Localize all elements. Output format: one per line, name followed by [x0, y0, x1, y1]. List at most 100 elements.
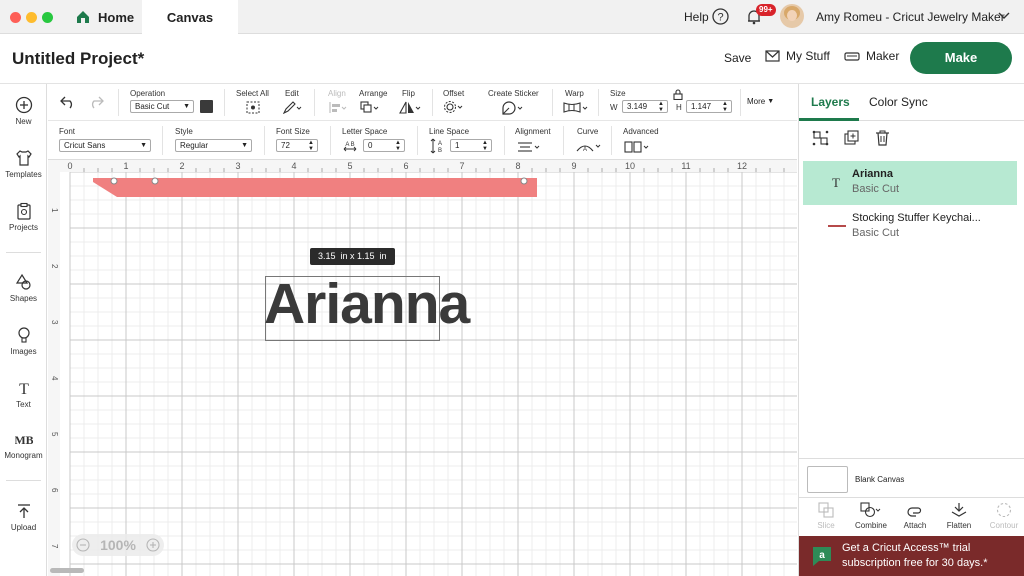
height-input[interactable]: 1.147 ▲ ▼ — [686, 100, 732, 113]
flip-icon[interactable] — [399, 101, 421, 114]
avatar[interactable] — [780, 4, 804, 28]
trash-icon[interactable] — [875, 130, 890, 146]
project-title[interactable]: Untitled Project* — [12, 49, 144, 69]
toolbar-divider — [314, 89, 315, 116]
paperclip-icon — [907, 507, 922, 517]
lock-icon[interactable] — [673, 89, 683, 100]
toolbar-divider — [118, 89, 119, 116]
promo-line-2: subscription free for 30 days.* — [842, 557, 988, 569]
ruler-x-label: 5 — [347, 161, 352, 171]
tab-home[interactable]: Home — [76, 0, 134, 34]
horizontal-scrollbar[interactable] — [50, 568, 84, 573]
curve-text-icon[interactable]: A — [576, 140, 602, 154]
sidebar-item-templates[interactable]: Templates — [0, 149, 47, 179]
access-promo-banner[interactable]: a Get a Cricut Access™ trial subscriptio… — [799, 536, 1024, 576]
sticker-icon[interactable] — [501, 100, 525, 115]
layer-item-keychain[interactable]: Stocking Stuffer Keychai... Basic Cut — [803, 205, 1017, 249]
tab-color-sync[interactable]: Color Sync — [869, 95, 928, 109]
sidebar-item-new[interactable]: New — [0, 96, 47, 126]
create-sticker-label: Create Sticker — [488, 89, 539, 98]
toolbar-divider — [563, 126, 564, 155]
svg-text:T: T — [19, 381, 29, 397]
color-swatch[interactable] — [200, 100, 213, 113]
ruler-vertical — [48, 160, 60, 576]
attach-button[interactable]: Attach — [895, 502, 935, 530]
save-button[interactable]: Save — [724, 51, 751, 65]
monogram-icon: MB — [15, 433, 33, 447]
ruler-x-label: 12 — [737, 161, 747, 171]
font-label: Font — [59, 127, 76, 136]
undo-icon[interactable] — [60, 95, 76, 109]
plus-circle-icon — [15, 96, 32, 114]
flatten-label: Flatten — [946, 521, 972, 530]
chevron-down-icon[interactable] — [998, 12, 1010, 20]
font-size-label: Font Size — [276, 127, 310, 136]
flatten-button[interactable]: Flatten — [939, 502, 979, 530]
line-space-value: 1 — [455, 141, 460, 150]
combine-button[interactable]: Combine — [851, 502, 891, 530]
zoom-in-icon[interactable] — [146, 538, 160, 552]
operation-label: Operation — [130, 89, 166, 98]
canvas-grid[interactable]: 0 1 2 3 4 5 6 7 8 9 10 11 121234567 — [48, 160, 797, 576]
my-stuff-label: My Stuff — [786, 49, 830, 63]
redo-icon[interactable] — [88, 95, 104, 109]
close-window-button[interactable] — [10, 12, 21, 23]
help-link[interactable]: Help — [684, 10, 709, 24]
text-object-arianna[interactable]: Arianna — [264, 270, 470, 338]
help-circle-icon[interactable]: ? — [712, 8, 729, 25]
pen-edit-icon[interactable] — [283, 101, 303, 114]
sidebar-item-text[interactable]: T Text — [0, 379, 47, 409]
offset-icon[interactable] — [443, 100, 465, 114]
slice-button[interactable]: Slice — [806, 502, 846, 530]
make-button[interactable]: Make — [910, 42, 1012, 74]
zoom-out-icon[interactable] — [76, 538, 90, 552]
advanced-icon[interactable] — [624, 140, 650, 154]
ruler-x-label: 10 — [625, 161, 635, 171]
minimize-window-button[interactable] — [26, 12, 37, 23]
my-stuff-button[interactable]: My Stuff — [765, 49, 830, 63]
lightbulb-icon — [17, 327, 30, 343]
width-input[interactable]: 3.149 ▲ ▼ — [622, 100, 668, 113]
group-icon[interactable] — [812, 130, 829, 146]
toolbar-divider — [162, 126, 163, 155]
sidebar-item-images[interactable]: Images — [0, 326, 47, 356]
height-label: H — [676, 103, 682, 112]
line-space-icon: AB — [430, 138, 442, 154]
more-button[interactable]: More ▼ — [747, 97, 774, 106]
tab-canvas[interactable]: Canvas — [142, 0, 238, 34]
duplicate-icon[interactable] — [844, 130, 860, 146]
combine-icon — [860, 502, 881, 518]
sidebar-item-monogram[interactable]: MB Monogram — [0, 430, 47, 460]
line-space-label: Line Space — [429, 127, 470, 136]
contour-button[interactable]: Contour — [984, 502, 1024, 530]
letter-space-input[interactable]: 0 ▲ ▼ — [363, 139, 405, 152]
edit-label: Edit — [285, 89, 299, 98]
line-space-input[interactable]: 1 ▲ ▼ — [450, 139, 492, 152]
font-value: Cricut Sans — [64, 141, 106, 150]
sidebar-item-label: Shapes — [9, 294, 38, 303]
sidebar-divider — [6, 480, 41, 481]
ruler-x-label: 1 — [123, 161, 128, 171]
warp-label: Warp — [565, 89, 584, 98]
arrange-icon[interactable] — [360, 101, 380, 114]
design-canvas[interactable]: 0 1 2 3 4 5 6 7 8 9 10 11 12 1 2 3 4 5 6 7 3.15 in x 1.15 i… — [48, 160, 797, 576]
font-select[interactable]: Cricut Sans ▼ — [59, 139, 151, 152]
select-all-icon[interactable] — [246, 101, 260, 114]
machine-button[interactable]: Maker — [844, 49, 899, 63]
font-size-input[interactable]: 72 ▲ ▼ — [276, 139, 318, 152]
sidebar-item-projects[interactable]: Projects — [0, 202, 47, 232]
sidebar-item-shapes[interactable]: Shapes — [0, 273, 47, 303]
sidebar-item-upload[interactable]: Upload — [0, 502, 47, 532]
style-select[interactable]: Regular ▼ — [175, 139, 252, 152]
text-align-icon[interactable] — [517, 141, 541, 153]
warp-icon[interactable] — [563, 101, 589, 114]
keychain-node — [151, 177, 159, 185]
slice-icon — [818, 502, 834, 518]
user-name[interactable]: Amy Romeu - Cricut Jewelry Maker — [816, 10, 1005, 24]
blank-canvas-swatch[interactable] — [807, 466, 848, 493]
layer-item-arianna[interactable]: T Arianna Basic Cut — [803, 161, 1017, 205]
operation-select[interactable]: Basic Cut ▼ — [130, 100, 194, 113]
layer-name: Stocking Stuffer Keychai... — [852, 212, 981, 224]
tab-layers[interactable]: Layers — [811, 95, 850, 109]
maximize-window-button[interactable] — [42, 12, 53, 23]
